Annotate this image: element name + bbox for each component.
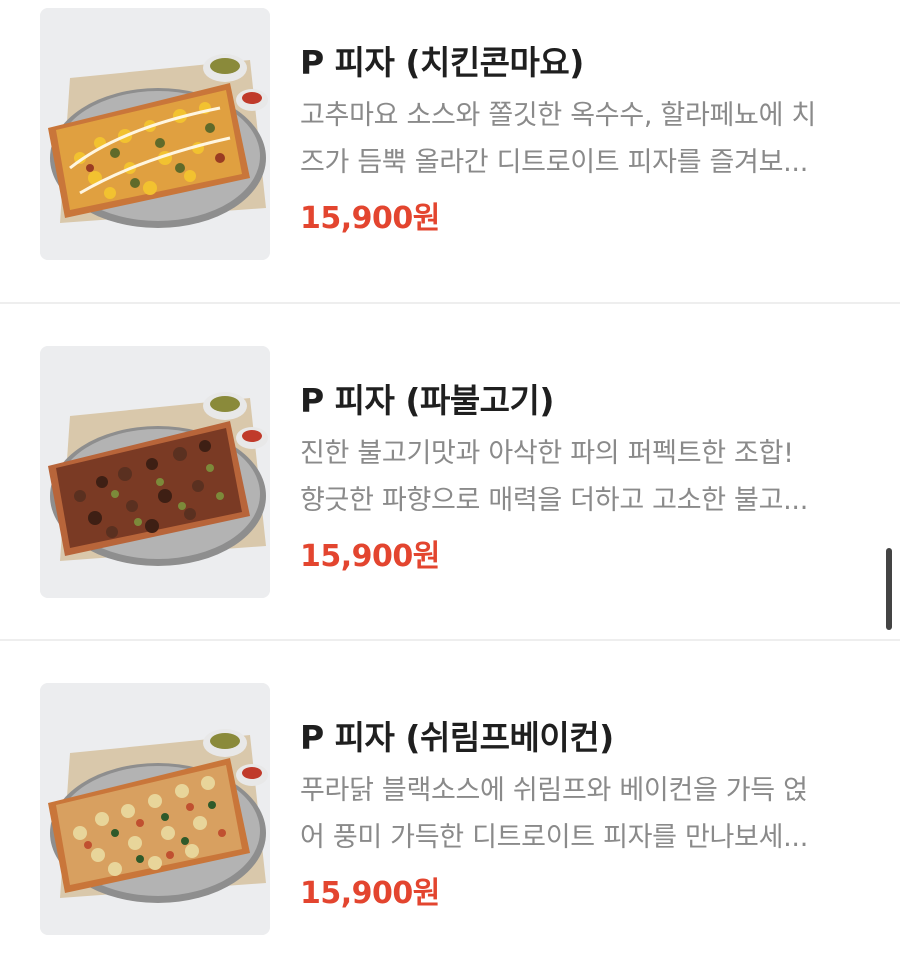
description-line: 고추마요 소스와 쫄깃한 옥수수, 할라페뇨에 치 — [300, 100, 816, 131]
menu-item[interactable]: P 피자 (파불고기) 진한 불고기맛과 아삭한 파의 퍼펙트한 조합! 향긋한… — [0, 338, 900, 638]
description-line: 어 풍미 가득한 디트로이트 피자를 만나보세... — [300, 822, 808, 853]
menu-item-name[interactable]: P 피자 (쉬림프베이컨) — [300, 711, 614, 759]
menu-item-name[interactable]: P 피자 (치킨콘마요) — [300, 36, 584, 84]
description-line: 진한 불고기맛과 아삭한 파의 퍼펙트한 조합! — [300, 438, 794, 469]
pizza-photo — [40, 683, 270, 935]
scrollbar[interactable] — [886, 548, 892, 630]
menu-item-description: 진한 불고기맛과 아삭한 파의 퍼펙트한 조합! 향긋한 파향으로 매력을 더하… — [300, 430, 860, 524]
description-line: 향긋한 파향으로 매력을 더하고 고소한 불고... — [300, 485, 808, 516]
green-onion-bulgogi-pizza-image[interactable] — [40, 346, 270, 598]
menu-item-name[interactable]: P 피자 (파불고기) — [300, 374, 555, 422]
menu-item-price: 15,900원 — [300, 201, 440, 236]
divider — [0, 639, 900, 641]
menu-item[interactable]: P 피자 (치킨콘마요) 고추마요 소스와 쫄깃한 옥수수, 할라페뇨에 치 즈… — [0, 0, 900, 300]
description-line: 푸라닭 블랙소스에 쉬림프와 베이컨을 가득 얹 — [300, 775, 808, 806]
divider — [0, 302, 900, 304]
menu-item-price: 15,900원 — [300, 539, 440, 574]
shrimp-bacon-pizza-image[interactable] — [40, 683, 270, 935]
pizza-photo — [40, 346, 270, 598]
pizza-photo — [40, 8, 270, 260]
menu-list: P 피자 (치킨콘마요) 고추마요 소스와 쫄깃한 옥수수, 할라페뇨에 치 즈… — [0, 0, 900, 940]
menu-item-description: 푸라닭 블랙소스에 쉬림프와 베이컨을 가득 얹 어 풍미 가득한 디트로이트 … — [300, 767, 860, 861]
menu-item-price: 15,900원 — [300, 876, 440, 911]
description-line: 즈가 듬뿍 올라간 디트로이트 피자를 즐겨보... — [300, 147, 808, 178]
chicken-corn-mayo-pizza-image[interactable] — [40, 8, 270, 260]
menu-item-description: 고추마요 소스와 쫄깃한 옥수수, 할라페뇨에 치 즈가 듬뿍 올라간 디트로이… — [300, 92, 860, 186]
menu-item[interactable]: P 피자 (쉬림프베이컨) 푸라닭 블랙소스에 쉬림프와 베이컨을 가득 얹 어… — [0, 675, 900, 975]
